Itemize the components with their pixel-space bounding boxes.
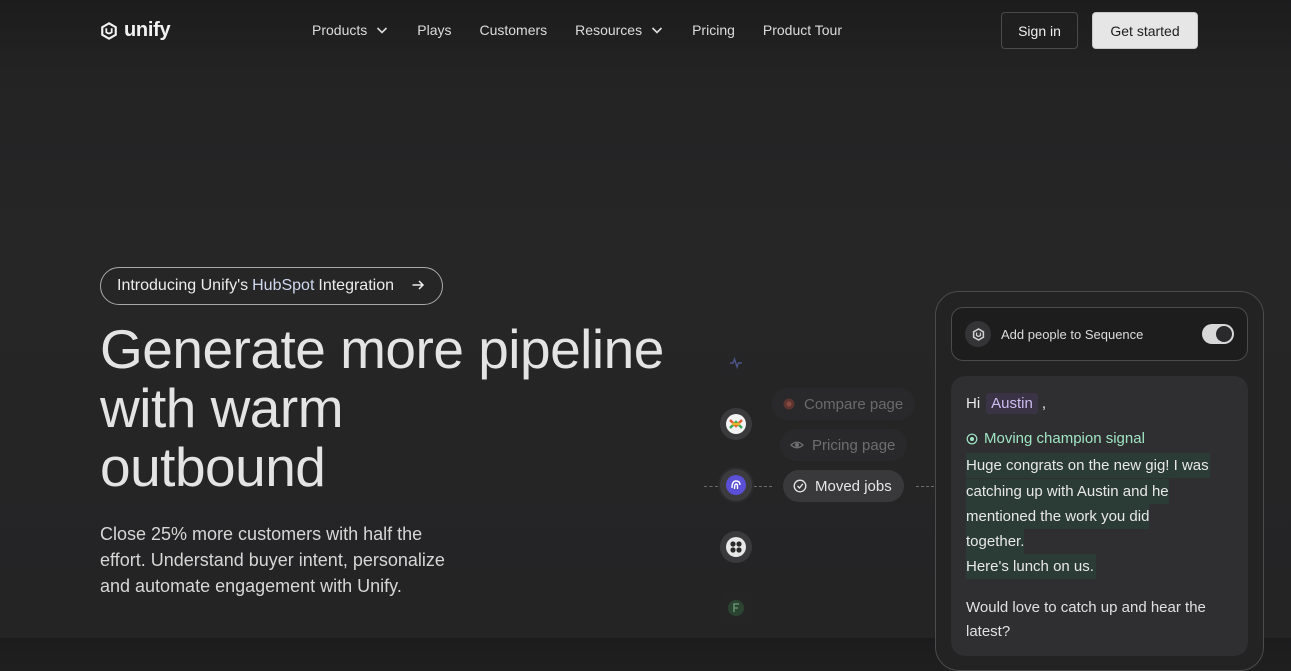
connector-line-left	[704, 486, 718, 487]
hero-subtext: Close 25% more customers with half the e…	[100, 524, 445, 596]
fingerprint-icon	[726, 475, 746, 495]
sequence-icon-wrap	[965, 321, 991, 347]
pill-prefix: Introducing Unify's	[117, 277, 249, 294]
letter-f-icon	[728, 600, 744, 616]
integration-icon-2	[720, 408, 752, 440]
announcement-pill[interactable]: Introducing Unify's HubSpot Integration	[100, 267, 443, 305]
highlight-line-5: Here's lunch on us.	[966, 554, 1096, 579]
headline-line-3: outbound	[100, 436, 326, 498]
greeting-word: Hi	[966, 395, 981, 412]
champion-signal: Moving champion signal	[966, 430, 1145, 447]
sign-in-button[interactable]: Sign in	[1001, 12, 1078, 49]
integration-icon-1	[720, 347, 752, 379]
waveform-icon	[730, 356, 742, 370]
signal-chip-moved: Moved jobs	[783, 470, 904, 502]
brand-name: unify	[124, 19, 171, 41]
nav-plays[interactable]: Plays	[417, 22, 451, 38]
sequence-toggle[interactable]	[1202, 324, 1234, 344]
nav-resources-label: Resources	[575, 22, 643, 38]
email-greeting: Hi Austin ,	[966, 393, 1046, 414]
brand-logo[interactable]: unify	[100, 19, 171, 42]
signal-chip-compare: Compare page	[772, 388, 916, 420]
highlight-line-1: Huge congrats on the new gig! I was	[966, 453, 1210, 478]
integration-icon-3	[720, 469, 752, 501]
chevron-down-icon	[652, 27, 663, 34]
nav-pricing[interactable]: Pricing	[692, 22, 735, 38]
sequence-row: Add people to Sequence	[951, 307, 1248, 361]
target-icon	[783, 398, 795, 410]
highlight-line-4: together.	[966, 529, 1025, 554]
clover-icon	[726, 537, 746, 557]
integration-icon-4	[720, 531, 752, 563]
email-followup: Would love to catch up and hear the late…	[966, 599, 1206, 640]
multicolor-star-icon	[726, 414, 746, 434]
main-nav: Products Plays Customers Resources Prici…	[312, 22, 870, 38]
nav-plays-label: Plays	[417, 22, 452, 38]
arrow-right-icon	[412, 280, 425, 290]
chevron-down-icon	[377, 27, 388, 34]
signal-moved-label: Moved jobs	[815, 477, 892, 495]
greeting-comma: ,	[1041, 395, 1047, 412]
unify-logo-icon	[972, 327, 984, 341]
nav-resources[interactable]: Resources	[575, 22, 664, 38]
integration-icon-5	[720, 592, 752, 624]
signal-pricing-label: Pricing page	[812, 436, 896, 454]
signal-label: Moving champion signal	[984, 430, 1145, 447]
nav-products-label: Products	[312, 22, 368, 38]
signal-chip-pricing: Pricing page	[780, 429, 908, 461]
pill-suffix: Integration	[318, 277, 394, 294]
connector-line-mid	[754, 486, 772, 487]
nav-products[interactable]: Products	[312, 22, 389, 38]
highlight-line-2: catching up with Austin and he	[966, 479, 1169, 504]
pill-highlight: HubSpot	[252, 277, 315, 294]
get-started-button[interactable]: Get started	[1092, 12, 1198, 49]
nav-product-tour-label: Product Tour	[762, 22, 843, 38]
recipient-name-tag: Austin	[986, 393, 1038, 414]
checkmark-circle-icon	[793, 479, 807, 493]
sequence-label: Add people to Sequence	[1001, 326, 1144, 342]
unify-logo-icon	[101, 21, 117, 40]
nav-customers[interactable]: Customers	[479, 22, 547, 38]
nav-product-tour[interactable]: Product Tour	[763, 22, 842, 38]
connector-line-right	[916, 486, 934, 487]
signal-compare-label: Compare page	[804, 395, 904, 413]
highlight-line-3: mentioned the work you did	[966, 504, 1150, 529]
eye-icon	[790, 441, 804, 449]
headline-line-2: with warm	[100, 377, 344, 439]
nav-pricing-label: Pricing	[692, 22, 735, 38]
headline-line-1: Generate more pipeline	[100, 318, 664, 380]
sparkle-icon	[966, 433, 978, 444]
hero-headline: Generate more pipeline with warm outboun…	[100, 320, 720, 497]
nav-customers-label: Customers	[479, 22, 548, 38]
